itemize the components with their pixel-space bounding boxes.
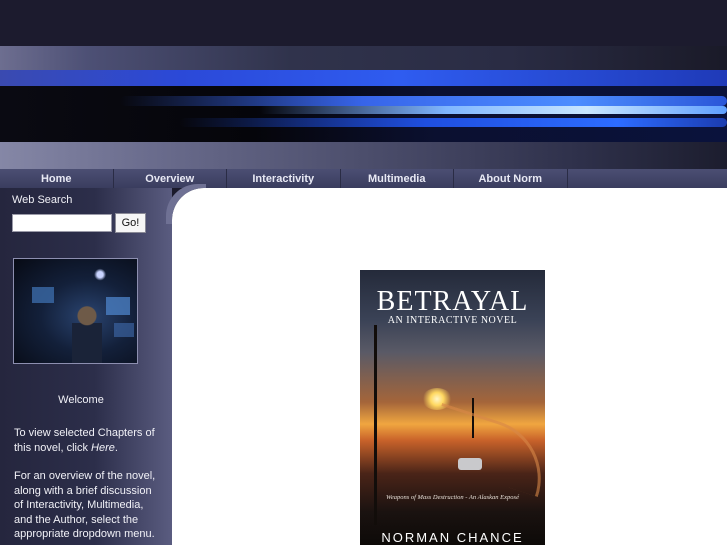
header-banner (0, 46, 727, 169)
nav-multimedia[interactable]: Multimedia (341, 169, 454, 188)
book-tagline: Weapons of Mass Destruction - An Alaskan… (386, 494, 519, 501)
sidebar-photo (13, 258, 138, 364)
top-band (0, 0, 727, 46)
photo-monitor (32, 287, 54, 303)
book-cover-image: BETRAYAL AN INTERACTIVE NOVEL Weapons of… (360, 270, 545, 545)
book-subtitle: AN INTERACTIVE NOVEL (387, 315, 518, 326)
photo-person (72, 305, 102, 363)
banner-blue-stripe (0, 70, 727, 86)
book-title: BETRAYAL (376, 286, 529, 317)
banner-light-streak (260, 106, 727, 114)
cover-car (458, 458, 482, 470)
photo-monitor (106, 297, 130, 315)
banner-light-streak (120, 96, 727, 106)
chapters-period: . (114, 441, 118, 454)
banner-gray-stripe (0, 142, 727, 169)
here-link[interactable]: Here (91, 442, 115, 454)
search-input[interactable] (12, 214, 112, 232)
cover-road (423, 402, 545, 498)
banner-dark-band (0, 86, 727, 142)
sidebar: Web Search Go! Welcome To view selected … (0, 188, 172, 545)
main-nav: Home Overview Interactivity Multimedia A… (0, 169, 727, 188)
photo-monitor (114, 323, 134, 337)
search-label: Web Search (12, 194, 73, 206)
go-button[interactable]: Go! (115, 213, 146, 233)
nav-interactivity[interactable]: Interactivity (227, 169, 341, 188)
nav-about-norm[interactable]: About Norm (454, 169, 568, 188)
overview-paragraph: For an overview of the novel, along with… (14, 470, 156, 540)
welcome-heading: Welcome (58, 394, 104, 406)
chapters-paragraph: To view selected Chapters of this novel,… (14, 426, 160, 455)
nav-overview[interactable]: Overview (114, 169, 227, 188)
chapters-text: To view selected Chapters of this novel,… (14, 427, 155, 454)
nav-home[interactable]: Home (0, 169, 114, 188)
book-author: NORMAN CHANCE (381, 530, 524, 545)
banner-light-streak (180, 118, 727, 127)
